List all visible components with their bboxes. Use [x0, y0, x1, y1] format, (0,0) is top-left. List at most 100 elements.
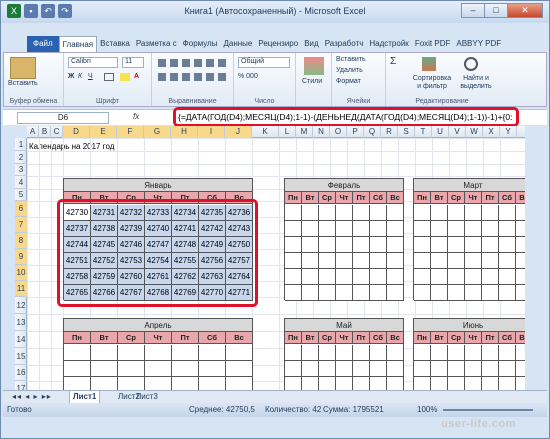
calendar-cell[interactable]	[118, 345, 145, 361]
calendar-cell[interactable]	[448, 345, 465, 361]
calendar-cell[interactable]	[336, 285, 353, 301]
column-header[interactable]: N	[313, 126, 330, 138]
row-header[interactable]: 4	[15, 176, 27, 189]
calendar-cell[interactable]	[302, 361, 319, 377]
calendar-cell[interactable]	[431, 269, 448, 285]
column-header[interactable]: J	[225, 126, 252, 138]
calendar-cell[interactable]	[414, 269, 431, 285]
calendar-cell[interactable]	[387, 361, 404, 377]
calendar-cell[interactable]	[199, 377, 226, 390]
calendar-cell[interactable]	[387, 205, 404, 221]
calendar-cell[interactable]	[499, 269, 516, 285]
row-header[interactable]: 8	[15, 233, 27, 249]
close-button[interactable]: ✕	[507, 3, 543, 18]
calendar-cell[interactable]	[285, 377, 302, 390]
calendar-cell[interactable]	[465, 221, 482, 237]
bold-button[interactable]: Ж	[68, 73, 74, 80]
calendar-cell[interactable]	[285, 285, 302, 301]
paste-button[interactable]: Вставить	[8, 80, 38, 87]
calendar-cell[interactable]	[499, 361, 516, 377]
calendar-cell[interactable]	[64, 377, 91, 390]
calendar-cell[interactable]	[336, 205, 353, 221]
name-box[interactable]: D6	[17, 112, 109, 124]
calendar-cell[interactable]	[353, 205, 370, 221]
calendar-cell[interactable]	[145, 361, 172, 377]
calendar-cell[interactable]	[285, 269, 302, 285]
number-format-select[interactable]: Общий	[238, 57, 290, 68]
calendar-cell[interactable]	[336, 361, 353, 377]
calendar-cell[interactable]	[387, 269, 404, 285]
calendar-cell[interactable]	[448, 237, 465, 253]
column-header[interactable]: V	[449, 126, 466, 138]
column-header[interactable]: F	[117, 126, 144, 138]
styles-button[interactable]: Стили	[302, 78, 322, 85]
calendar-cell[interactable]	[414, 205, 431, 221]
calendar-cell[interactable]	[516, 285, 525, 301]
column-header[interactable]: R	[381, 126, 398, 138]
tab-5[interactable]: Данные	[220, 36, 255, 52]
calendar-cell[interactable]	[319, 253, 336, 269]
calendar-cell[interactable]	[285, 237, 302, 253]
column-header[interactable]: X	[483, 126, 500, 138]
calendar-cell[interactable]	[448, 253, 465, 269]
calendar-cell[interactable]	[431, 345, 448, 361]
calendar-cell[interactable]	[319, 377, 336, 390]
calendar-cell[interactable]	[499, 377, 516, 390]
calendar-cell[interactable]	[482, 345, 499, 361]
calendar-cell[interactable]	[448, 361, 465, 377]
calendar-cell[interactable]	[387, 253, 404, 269]
calendar-cell[interactable]	[370, 253, 387, 269]
row-header[interactable]: 9	[15, 249, 27, 265]
calendar-cell[interactable]	[370, 221, 387, 237]
calendar-cell[interactable]	[516, 221, 525, 237]
column-header[interactable]: A	[27, 126, 39, 138]
calendar-cell[interactable]	[482, 269, 499, 285]
calendar-cell[interactable]	[118, 361, 145, 377]
column-header[interactable]: U	[432, 126, 449, 138]
calendar-cell[interactable]	[482, 221, 499, 237]
calendar-cell[interactable]	[319, 237, 336, 253]
calendar-cell[interactable]	[499, 345, 516, 361]
calendar-cell[interactable]	[302, 269, 319, 285]
calendar-cell[interactable]	[319, 285, 336, 301]
calendar-cell[interactable]	[370, 237, 387, 253]
calendar-cell[interactable]	[172, 345, 199, 361]
calendar-cell[interactable]	[336, 377, 353, 390]
calendar-cell[interactable]	[387, 377, 404, 390]
row-header[interactable]: 14	[15, 331, 27, 348]
calendar-cell[interactable]	[499, 205, 516, 221]
calendar-cell[interactable]	[499, 253, 516, 269]
calendar-cell[interactable]	[353, 345, 370, 361]
calendar-cell[interactable]	[482, 361, 499, 377]
row-header[interactable]: 11	[15, 281, 27, 297]
tab-6[interactable]: Рецензиро	[255, 36, 301, 52]
calendar-cell[interactable]	[482, 285, 499, 301]
calendar-cell[interactable]	[319, 269, 336, 285]
calendar-cell[interactable]	[414, 237, 431, 253]
column-header[interactable]: D	[63, 126, 90, 138]
underline-button[interactable]: Ч	[88, 73, 93, 80]
tab-10[interactable]: Foxit PDF	[412, 36, 454, 52]
tab-1[interactable]: Главная	[58, 36, 98, 52]
calendar-cell[interactable]	[448, 269, 465, 285]
calendar-cell[interactable]	[353, 269, 370, 285]
row-header[interactable]: 15	[15, 348, 27, 365]
calendar-cell[interactable]	[353, 253, 370, 269]
maximize-button[interactable]: □	[484, 3, 508, 18]
calendar-cell[interactable]	[370, 269, 387, 285]
column-header[interactable]: T	[415, 126, 432, 138]
calendar-cell[interactable]	[199, 345, 226, 361]
calendar-cell[interactable]	[499, 237, 516, 253]
row-header[interactable]: 2	[15, 151, 27, 164]
calendar-cell[interactable]	[91, 377, 118, 390]
calendar-cell[interactable]	[319, 345, 336, 361]
calendar-cell[interactable]	[516, 237, 525, 253]
calendar-cell[interactable]	[319, 361, 336, 377]
calendar-cell[interactable]	[516, 361, 525, 377]
calendar-cell[interactable]	[145, 345, 172, 361]
calendar-cell[interactable]	[226, 377, 253, 390]
calendar-cell[interactable]	[414, 285, 431, 301]
calendar-cell[interactable]	[482, 377, 499, 390]
calendar-cell[interactable]	[516, 205, 525, 221]
row-header[interactable]: 3	[15, 164, 27, 176]
